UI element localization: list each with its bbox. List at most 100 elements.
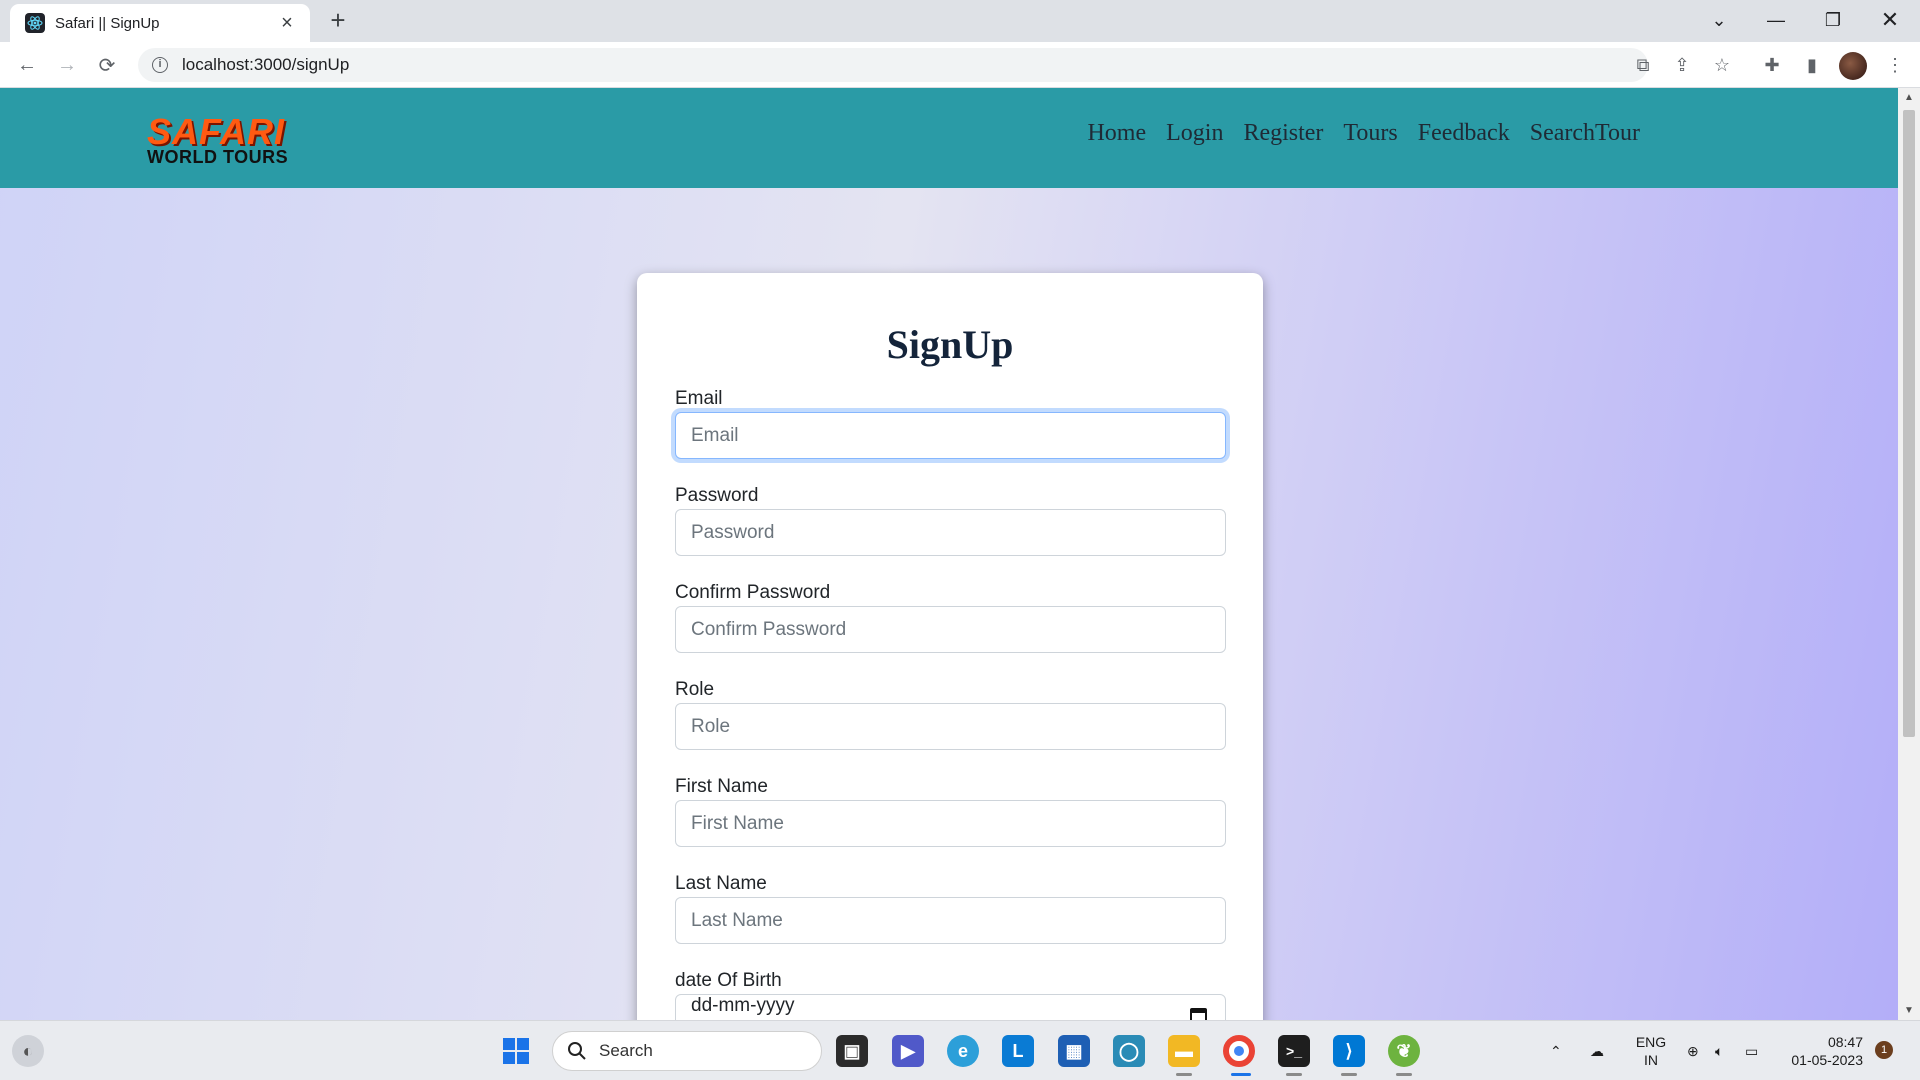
dob-field-group: date Of Birth dd-mm-yyyy (675, 970, 1226, 1020)
email-field-group: Email (675, 388, 1226, 485)
tab-title: Safari || SignUp (55, 14, 160, 32)
clock-time: 08:47 (1827, 1034, 1863, 1050)
battery-icon[interactable]: ▭ (1745, 1021, 1758, 1080)
browser-tab[interactable]: Safari || SignUp × (10, 4, 310, 42)
minimize-button[interactable]: — (1748, 0, 1804, 40)
widgets-icon[interactable]: ◐ (12, 1035, 44, 1067)
taskbar-search-label: Search (599, 1041, 653, 1060)
scrollbar-thumb[interactable] (1903, 110, 1915, 737)
last-name-field-group: Last Name (675, 873, 1226, 970)
react-favicon-icon (25, 13, 45, 33)
reload-icon[interactable]: ⟳ (92, 50, 122, 80)
taskbar-search[interactable]: Search (552, 1031, 822, 1071)
page-viewport: SAFARI WORLD TOURS Home Login Register T… (0, 88, 1898, 1020)
email-input[interactable] (675, 412, 1226, 459)
confirm-password-input[interactable] (675, 606, 1226, 653)
nav-tours[interactable]: Tours (1343, 120, 1397, 147)
page-title: SignUp (886, 322, 1014, 367)
nav-home[interactable]: Home (1087, 120, 1146, 147)
logo-line-1: SAFARI (147, 111, 286, 152)
dob-input[interactable]: dd-mm-yyyy (675, 994, 1226, 1020)
volume-icon[interactable]: 🔈︎ (1715, 1021, 1723, 1080)
first-name-field-group: First Name (675, 776, 1226, 873)
nav-register[interactable]: Register (1243, 120, 1323, 147)
tab-search-icon[interactable]: ⌄ (1691, 0, 1747, 40)
role-label: Role (675, 679, 715, 700)
dob-label: date Of Birth (675, 970, 782, 991)
role-field-group: Role (675, 679, 1226, 776)
clock[interactable]: 08:47 01-05-2023 (1783, 1021, 1863, 1080)
nav-feedback[interactable]: Feedback (1418, 120, 1510, 147)
signup-card: SignUp Email Password Confirm Password R… (637, 273, 1263, 1020)
notification-badge[interactable]: 1 (1875, 1041, 1893, 1059)
first-name-input[interactable] (675, 800, 1226, 847)
back-arrow-icon[interactable]: ← (12, 50, 42, 80)
chrome-active-indicator (1231, 1073, 1251, 1076)
share-icon[interactable]: ⇪ (1667, 50, 1697, 80)
terminal-icon[interactable]: >_ (1278, 1035, 1310, 1067)
first-name-label: First Name (675, 776, 768, 797)
nav-login[interactable]: Login (1166, 120, 1223, 147)
new-tab-button[interactable]: + (323, 6, 353, 36)
spring-running-indicator (1396, 1073, 1412, 1076)
l-app-icon[interactable]: L (1002, 1035, 1034, 1067)
microsoft-store-icon[interactable]: ▦ (1058, 1035, 1090, 1067)
dob-placeholder: dd-mm-yyyy (691, 995, 795, 1016)
spring-tools-icon[interactable]: ❦ (1388, 1035, 1420, 1067)
task-view-icon[interactable]: ▣ (836, 1035, 868, 1067)
scroll-down-arrow-icon[interactable]: ▼ (1898, 1005, 1920, 1016)
language-code: ENG (1635, 1034, 1667, 1050)
email-label: Email (675, 388, 723, 409)
signup-form: Email Password Confirm Password Role Fir… (675, 388, 1226, 1020)
show-hidden-icons-chevron-icon[interactable]: ⌃ (1550, 1021, 1562, 1080)
explorer-running-indicator (1176, 1073, 1192, 1076)
windows-taskbar: ◐ Search ▣ ▶ e L ▦ ◯ ▬ >_ ⟩ ❦ ⌃ ☁ ENG IN… (0, 1020, 1920, 1080)
browser-toolbar: ← → ⟳ i localhost:3000/signUp ⧉ ⇪ ☆ ✚ ▮ … (0, 42, 1920, 88)
forward-arrow-icon[interactable]: → (52, 50, 82, 80)
role-input[interactable] (675, 703, 1226, 750)
onedrive-cloud-icon[interactable]: ☁ (1590, 1021, 1604, 1080)
main-nav: Home Login Register Tours Feedback Searc… (1087, 120, 1640, 147)
file-explorer-icon[interactable]: ▬ (1168, 1035, 1200, 1067)
language-region: IN (1644, 1052, 1658, 1068)
nav-search-tour[interactable]: SearchTour (1530, 120, 1640, 147)
calendar-icon[interactable] (1190, 1008, 1207, 1020)
vscode-running-indicator (1341, 1073, 1357, 1076)
password-input[interactable] (675, 509, 1226, 556)
chrome-icon[interactable] (1223, 1035, 1255, 1067)
teams-chat-icon[interactable]: ▶ (892, 1035, 924, 1067)
page-scrollbar[interactable]: ▲ ▼ (1898, 88, 1920, 1020)
close-window-button[interactable]: ✕ (1862, 0, 1918, 40)
confirm-password-label: Confirm Password (675, 582, 831, 603)
network-globe-icon[interactable]: ⊕ (1687, 1021, 1699, 1080)
clock-date: 01-05-2023 (1791, 1052, 1863, 1068)
scroll-up-arrow-icon[interactable]: ▲ (1898, 92, 1920, 103)
side-panel-icon[interactable]: ▮ (1797, 50, 1827, 80)
tab-close-icon[interactable]: × (276, 12, 298, 34)
last-name-label: Last Name (675, 873, 767, 894)
password-label: Password (675, 485, 759, 506)
bookmark-star-icon[interactable]: ☆ (1707, 50, 1737, 80)
edge-browser-icon[interactable]: e (947, 1035, 979, 1067)
confirm-password-field-group: Confirm Password (675, 582, 1226, 679)
search-icon (568, 1042, 586, 1060)
open-in-app-icon[interactable]: ⧉ (1628, 50, 1658, 80)
safari-logo[interactable]: SAFARI WORLD TOURS (147, 111, 319, 167)
site-header: SAFARI WORLD TOURS Home Login Register T… (0, 88, 1898, 188)
terminal-running-indicator (1286, 1073, 1302, 1076)
password-field-group: Password (675, 485, 1226, 582)
browser-tab-strip: Safari || SignUp × + ⌄ — ❐ ✕ (0, 0, 1920, 42)
start-windows-icon[interactable] (500, 1035, 532, 1067)
logo-line-2: WORLD TOURS (147, 147, 289, 167)
restore-button[interactable]: ❐ (1805, 0, 1861, 40)
address-url: localhost:3000/signUp (182, 55, 350, 74)
input-language[interactable]: ENG IN (1636, 1021, 1666, 1080)
profile-avatar[interactable] (1839, 52, 1867, 80)
extensions-puzzle-icon[interactable]: ✚ (1757, 50, 1787, 80)
address-bar[interactable]: i localhost:3000/signUp (138, 48, 1648, 82)
last-name-input[interactable] (675, 897, 1226, 944)
vscode-icon[interactable]: ⟩ (1333, 1035, 1365, 1067)
alexa-icon[interactable]: ◯ (1113, 1035, 1145, 1067)
site-info-icon[interactable]: i (152, 57, 168, 73)
browser-menu-icon[interactable]: ⋮ (1880, 50, 1910, 80)
